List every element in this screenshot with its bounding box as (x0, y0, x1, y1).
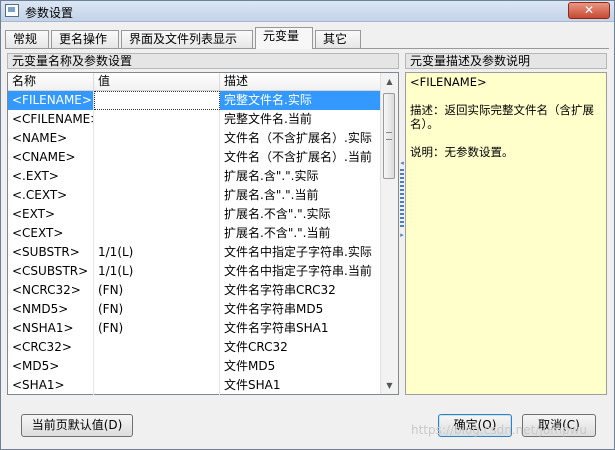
app-icon (5, 4, 19, 17)
tab-interface[interactable]: 界面及文件列表显示 (121, 30, 253, 48)
tab-other[interactable]: 其它 (315, 30, 361, 48)
cell-description: 扩展名.不含".".实际 (224, 207, 331, 221)
cell-value[interactable] (94, 110, 220, 129)
list-row[interactable]: <CFILENAME> 完整文件名.当前 (8, 110, 382, 129)
cell-value[interactable] (94, 186, 220, 205)
list-row[interactable]: <CSUBSTR> 1/1(L) 文件名中指定子字符串.当前 (8, 262, 382, 281)
cell-value[interactable] (94, 129, 220, 148)
cell-description: 扩展名.不含".".当前 (224, 226, 331, 240)
cell-description: 文件SHA1 (224, 378, 281, 392)
cell-description: 文件名（不含扩展名）.当前 (224, 150, 372, 164)
metavariable-list[interactable]: 名称 值 描述 <FILENAME> 完整文件名.实际 <CFILENAME> 完整… (7, 72, 399, 395)
scroll-up-icon[interactable]: ▲ (381, 73, 398, 90)
description-panel-title: 元变量描述及参数说明 (405, 53, 607, 69)
cell-value[interactable] (94, 357, 220, 376)
list-row[interactable]: <SUBSTR> 1/1(L) 文件名中指定子字符串.实际 (8, 243, 382, 262)
cell-description: 文件名中指定子字符串.当前 (224, 264, 372, 278)
cell-name: <SUBSTR> (8, 243, 94, 262)
column-header-name[interactable]: 名称 (8, 73, 94, 90)
list-scrollbar[interactable]: ▲ ▼ (380, 73, 398, 394)
cell-name: <CRC32> (8, 338, 94, 357)
cell-name: <CEXT> (8, 224, 94, 243)
cell-value[interactable]: 1/1(L) (94, 262, 220, 281)
cell-name: <NCRC32> (8, 281, 94, 300)
cell-value[interactable] (94, 224, 220, 243)
list-rows: <FILENAME> 完整文件名.实际 <CFILENAME> 完整文件名.当前 <… (8, 91, 382, 395)
cell-description: 文件名（不含扩展名）.实际 (224, 131, 372, 145)
cell-name: <FILENAME> (8, 91, 94, 110)
cell-description: 扩展名.含".".实际 (224, 169, 319, 183)
description-variable: <FILENAME> (410, 75, 487, 89)
cell-name: <CNAME> (8, 148, 94, 167)
metavariable-panel: 元变量名称及参数设置 名称 值 描述 <FILENAME> 完整文件名.实际 <C… (7, 53, 399, 396)
watermark: https://blog.csdn.net/jumpwu (411, 423, 588, 437)
description-text: <FILENAME> 描述：返回实际完整文件名（含扩展名）。 说明：无参数设置。 (405, 72, 607, 395)
restore-defaults-button[interactable]: 当前页默认值(D) (21, 414, 133, 437)
list-row[interactable]: <MD5> 文件MD5 (8, 357, 382, 376)
list-row[interactable]: <NMD5> (FN) 文件名字符串MD5 (8, 300, 382, 319)
scroll-down-icon[interactable]: ▼ (381, 377, 398, 394)
scroll-thumb[interactable] (383, 93, 395, 179)
cell-name: <NAME> (8, 129, 94, 148)
cell-value[interactable] (94, 338, 220, 357)
cell-description: 文件MD5 (224, 359, 276, 373)
list-row[interactable]: <CRC32> 文件CRC32 (8, 338, 382, 357)
cell-value[interactable] (94, 148, 220, 167)
list-row[interactable]: <SHA1> 文件SHA1 (8, 376, 382, 395)
list-row[interactable]: <.CEXT> 扩展名.含".".当前 (8, 186, 382, 205)
list-row[interactable]: <EXT> 扩展名.不含".".实际 (8, 205, 382, 224)
cell-description: 完整文件名.实际 (220, 91, 382, 110)
cell-description: 扩展名.含".".当前 (224, 188, 319, 202)
list-row-selected[interactable]: <FILENAME> 完整文件名.实际 (8, 91, 382, 110)
cell-name: <SHA1> (8, 376, 94, 395)
cell-description: 完整文件名.当前 (224, 112, 312, 126)
cell-value[interactable] (94, 205, 220, 224)
cell-value[interactable]: 1/1(L) (94, 243, 220, 262)
column-header-value[interactable]: 值 (94, 73, 220, 90)
description-body: 描述：返回实际完整文件名（含扩展名）。 (410, 103, 594, 131)
list-row[interactable]: <NSHA1> (FN) 文件名字符串SHA1 (8, 319, 382, 338)
cell-value[interactable] (94, 167, 220, 186)
tab-metavariables[interactable]: 元变量 (255, 27, 313, 49)
window-title: 参数设置 (25, 6, 74, 20)
title-bar: 参数设置 ✕ (1, 1, 614, 22)
cell-description: 文件名字符串SHA1 (224, 321, 329, 335)
column-header-description[interactable]: 描述 (220, 73, 382, 90)
metavariable-panel-title: 元变量名称及参数设置 (7, 53, 399, 69)
cell-value[interactable] (94, 376, 220, 395)
cell-description: 文件名中指定子字符串.实际 (224, 245, 372, 259)
tab-rename[interactable]: 更名操作 (51, 30, 119, 48)
list-row[interactable]: <CEXT> 扩展名.不含".".当前 (8, 224, 382, 243)
description-note: 说明：无参数设置。 (410, 145, 514, 159)
settings-dialog: 参数设置 ✕ 常规 更名操作 界面及文件列表显示 元变量 其它 元变量名称及参数… (0, 0, 615, 450)
cell-value[interactable]: (FN) (94, 319, 220, 338)
tab-general[interactable]: 常规 (5, 30, 49, 48)
tab-bar: 常规 更名操作 界面及文件列表显示 元变量 其它 (5, 27, 607, 49)
cell-description: 文件名字符串MD5 (224, 302, 324, 316)
cell-name: <MD5> (8, 357, 94, 376)
cell-name: <NSHA1> (8, 319, 94, 338)
cell-value[interactable] (94, 91, 220, 110)
cell-name: <NMD5> (8, 300, 94, 319)
cell-value[interactable]: (FN) (94, 300, 220, 319)
list-row[interactable]: <.EXT> 扩展名.含".".实际 (8, 167, 382, 186)
description-panel: 元变量描述及参数说明 <FILENAME> 描述：返回实际完整文件名（含扩展名）… (405, 53, 607, 396)
cell-name: <.EXT> (8, 167, 94, 186)
close-button[interactable]: ✕ (568, 2, 610, 19)
splitter-grip[interactable] (400, 169, 404, 229)
cell-description: 文件CRC32 (224, 340, 288, 354)
cell-name: <CFILENAME> (8, 110, 94, 129)
list-row[interactable]: <NAME> 文件名（不含扩展名）.实际 (8, 129, 382, 148)
list-row[interactable]: <NCRC32> (FN) 文件名字符串CRC32 (8, 281, 382, 300)
cell-name: <CSUBSTR> (8, 262, 94, 281)
cell-value[interactable]: (FN) (94, 281, 220, 300)
list-header: 名称 值 描述 (8, 73, 382, 91)
list-row[interactable]: <CNAME> 文件名（不含扩展名）.当前 (8, 148, 382, 167)
cell-name: <EXT> (8, 205, 94, 224)
cell-name: <.CEXT> (8, 186, 94, 205)
cell-description: 文件名字符串CRC32 (224, 283, 336, 297)
